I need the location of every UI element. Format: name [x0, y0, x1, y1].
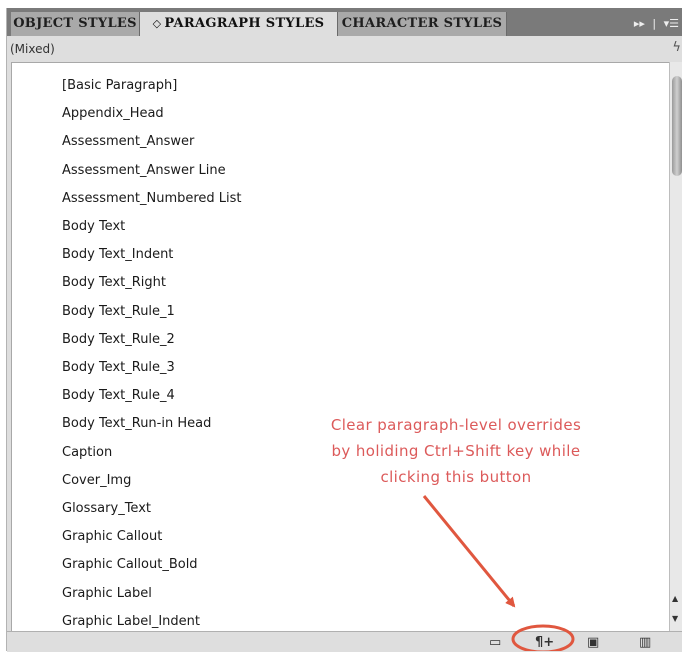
tab-paragraph-styles[interactable]: ◇ PARAGRAPH STYLES [140, 12, 338, 36]
style-list-item[interactable]: Body Text_Rule_3 [12, 355, 669, 383]
style-list-item[interactable]: Body Text_Rule_2 [12, 327, 669, 355]
annotation-line: Clear paragraph-level overrides [330, 416, 582, 434]
style-list-item-label: Body Text_Rule_1 [62, 303, 175, 319]
scroll-up-icon[interactable]: ▲ [672, 594, 678, 604]
style-list-item[interactable]: Body Text_Rule_4 [12, 383, 669, 411]
style-list-item-label: Assessment_Answer Line [62, 162, 226, 178]
style-list-item-label: Graphic Callout [62, 529, 163, 545]
style-list-item[interactable]: Graphic Label [12, 581, 669, 609]
style-list-item-label: Body Text_Rule_2 [62, 331, 175, 347]
style-list-item[interactable]: Body Text_Rule_1 [12, 299, 669, 327]
style-list-item-label: [Basic Paragraph] [62, 78, 178, 93]
style-list-item[interactable]: Body Text_Right [12, 270, 669, 298]
current-style-row: (Mixed) ϟ [7, 36, 682, 62]
style-list-item-label: Body Text_Rule_4 [62, 388, 175, 404]
tab-object-styles[interactable]: OBJECT STYLES [11, 12, 140, 36]
style-list-item[interactable]: Body Text_Indent [12, 242, 669, 270]
tab-paragraph-label: PARAGRAPH STYLES [164, 16, 325, 31]
style-list-item-label: Body Text [62, 219, 126, 234]
style-list-item-label: Graphic Label_Indent [62, 613, 200, 629]
annotation-callout: Clear paragraph-level overrides by holid… [296, 412, 616, 490]
style-list-item[interactable]: Assessment_Answer Line [12, 158, 669, 186]
collapse-panel-icon[interactable]: ▸▸ [634, 17, 645, 30]
style-list-item-label: Appendix_Head [62, 106, 164, 122]
style-list-item[interactable]: Graphic Label_Indent [12, 609, 669, 631]
style-list-item[interactable]: Graphic Callout_Bold [12, 552, 669, 580]
style-list-item-label: Body Text_Right [62, 275, 166, 291]
separator: | [652, 17, 657, 30]
style-list-item-label: Graphic Label [62, 585, 152, 601]
paragraph-styles-panel: OBJECT STYLES ◇ PARAGRAPH STYLES CHARACTE… [6, 8, 682, 652]
style-list-item-label: Glossary_Text [62, 501, 151, 516]
override-indicator-icon[interactable]: ϟ [672, 40, 681, 55]
style-list-item-label: Graphic Callout_Bold [62, 557, 198, 573]
style-list-item[interactable]: Graphic Callout [12, 524, 669, 552]
style-list-item[interactable]: Appendix_Head [12, 101, 669, 129]
annotation-line: clicking this button [380, 468, 532, 486]
style-list-item-label: Caption [62, 444, 113, 460]
style-list-item[interactable]: Body Text [12, 214, 669, 242]
scrollbar[interactable]: ▲ ▼ [669, 62, 682, 632]
style-list-item[interactable]: [Basic Paragraph] [12, 73, 669, 101]
trash-icon[interactable]: ▥ [639, 635, 651, 650]
folder-icon[interactable]: ▭ [489, 635, 501, 650]
panel-tools: ▸▸ | ▾☰ [630, 12, 679, 36]
style-list-item-label: Cover_Img [62, 472, 132, 488]
panel-tab-bar: OBJECT STYLES ◇ PARAGRAPH STYLES CHARACTE… [7, 8, 682, 36]
style-list-item[interactable]: Assessment_Numbered List [12, 186, 669, 214]
style-list-item-label: Body Text_Rule_3 [62, 360, 175, 375]
style-list: [Basic Paragraph] Appendix_Head Assessment… [11, 62, 670, 632]
style-list-item-label: Assessment_Answer [62, 134, 195, 150]
style-list-item[interactable]: Glossary_Text [12, 496, 669, 524]
tab-toggle-icon: ◇ [152, 17, 162, 30]
clear-overrides-icon[interactable]: ¶+ [535, 635, 554, 650]
panel-menu-icon[interactable]: ▾☰ [664, 17, 679, 30]
annotation-line: by holiding Ctrl+Shift key while [331, 442, 581, 460]
scroll-thumb[interactable] [672, 76, 682, 176]
tab-character-styles[interactable]: CHARACTER STYLES [338, 12, 507, 36]
panel-bottom-toolbar: ▭ ¶+ ▣ ▥ [7, 631, 682, 652]
new-style-icon[interactable]: ▣ [587, 635, 599, 650]
style-list-item-label: Assessment_Numbered List [62, 190, 242, 206]
current-style-label: (Mixed) [10, 42, 55, 56]
style-list-item-label: Body Text_Indent [62, 247, 174, 263]
scroll-down-icon[interactable]: ▼ [672, 614, 678, 624]
style-list-item[interactable]: Assessment_Answer [12, 129, 669, 157]
style-list-item-label: Body Text_Run-in Head [62, 416, 212, 432]
